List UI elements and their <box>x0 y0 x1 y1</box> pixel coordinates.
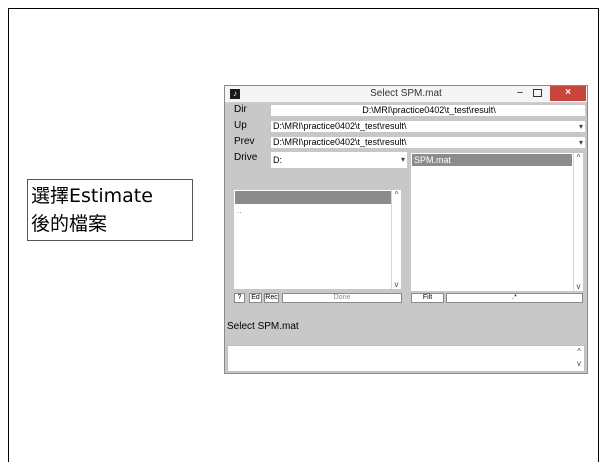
select-file-dialog: ♪ Select SPM.mat – × Dir D:\MRI\practice… <box>224 85 588 374</box>
done-button[interactable]: Done <box>282 293 402 303</box>
annotation-callout: 選擇Estimate 後的檔案 <box>27 179 193 241</box>
scroll-down-icon[interactable]: v <box>574 282 583 291</box>
chevron-down-icon: ▾ <box>578 138 583 147</box>
status-text: Select SPM.mat <box>227 321 299 332</box>
callout-line-1: 選擇Estimate <box>31 185 153 207</box>
callout-line-2: 後的檔案 <box>31 213 108 235</box>
prev-dropdown[interactable]: D:\MRI\practice0402\t_test\result\ ▾ <box>271 137 585 148</box>
dir-field: D:\MRI\practice0402\t_test\result\ <box>271 105 585 116</box>
maximize-button[interactable] <box>529 86 545 101</box>
close-button[interactable]: × <box>550 86 586 101</box>
drive-label: Drive <box>234 152 258 163</box>
list-item-selected[interactable] <box>235 191 391 204</box>
scroll-up-icon[interactable]: ^ <box>392 190 401 199</box>
scroll-up-icon[interactable]: ^ <box>577 347 581 356</box>
up-label: Up <box>234 120 247 131</box>
prev-label: Prev <box>234 136 255 147</box>
list-item-parent[interactable]: .. <box>237 206 241 215</box>
filter-input[interactable]: .* <box>446 293 583 303</box>
file-list[interactable]: SPM.mat ^ v <box>411 153 583 291</box>
directory-list[interactable]: .. ^ v <box>234 190 401 289</box>
up-dropdown[interactable]: D:\MRI\practice0402\t_test\result\ ▾ <box>271 121 585 132</box>
chevron-down-icon: ▾ <box>578 122 583 131</box>
prev-dropdown-value: D:\MRI\practice0402\t_test\result\ <box>273 137 407 147</box>
drive-dropdown-value: D: <box>273 155 282 165</box>
minimize-button[interactable]: – <box>512 86 528 101</box>
file-scrollbar[interactable]: ^ v <box>573 153 583 291</box>
filt-button[interactable]: Filt <box>411 293 444 303</box>
ed-button[interactable]: Ed <box>249 293 262 303</box>
scroll-down-icon[interactable]: v <box>577 359 581 368</box>
rec-button[interactable]: Rec <box>264 293 279 303</box>
directory-scrollbar[interactable]: ^ v <box>391 190 401 289</box>
up-dropdown-value: D:\MRI\practice0402\t_test\result\ <box>273 121 407 131</box>
dir-label: Dir <box>234 104 247 115</box>
title-bar[interactable]: ♪ Select SPM.mat – × <box>225 86 587 103</box>
scroll-up-icon[interactable]: ^ <box>574 153 583 162</box>
message-box: ^ v <box>227 345 585 372</box>
chevron-down-icon: ▾ <box>400 155 405 164</box>
scroll-down-icon[interactable]: v <box>392 280 401 289</box>
maximize-icon <box>532 89 542 97</box>
drive-dropdown[interactable]: D: ▾ <box>271 152 407 168</box>
help-button[interactable]: ? <box>234 293 245 303</box>
file-item-spm-mat[interactable]: SPM.mat <box>412 154 572 166</box>
